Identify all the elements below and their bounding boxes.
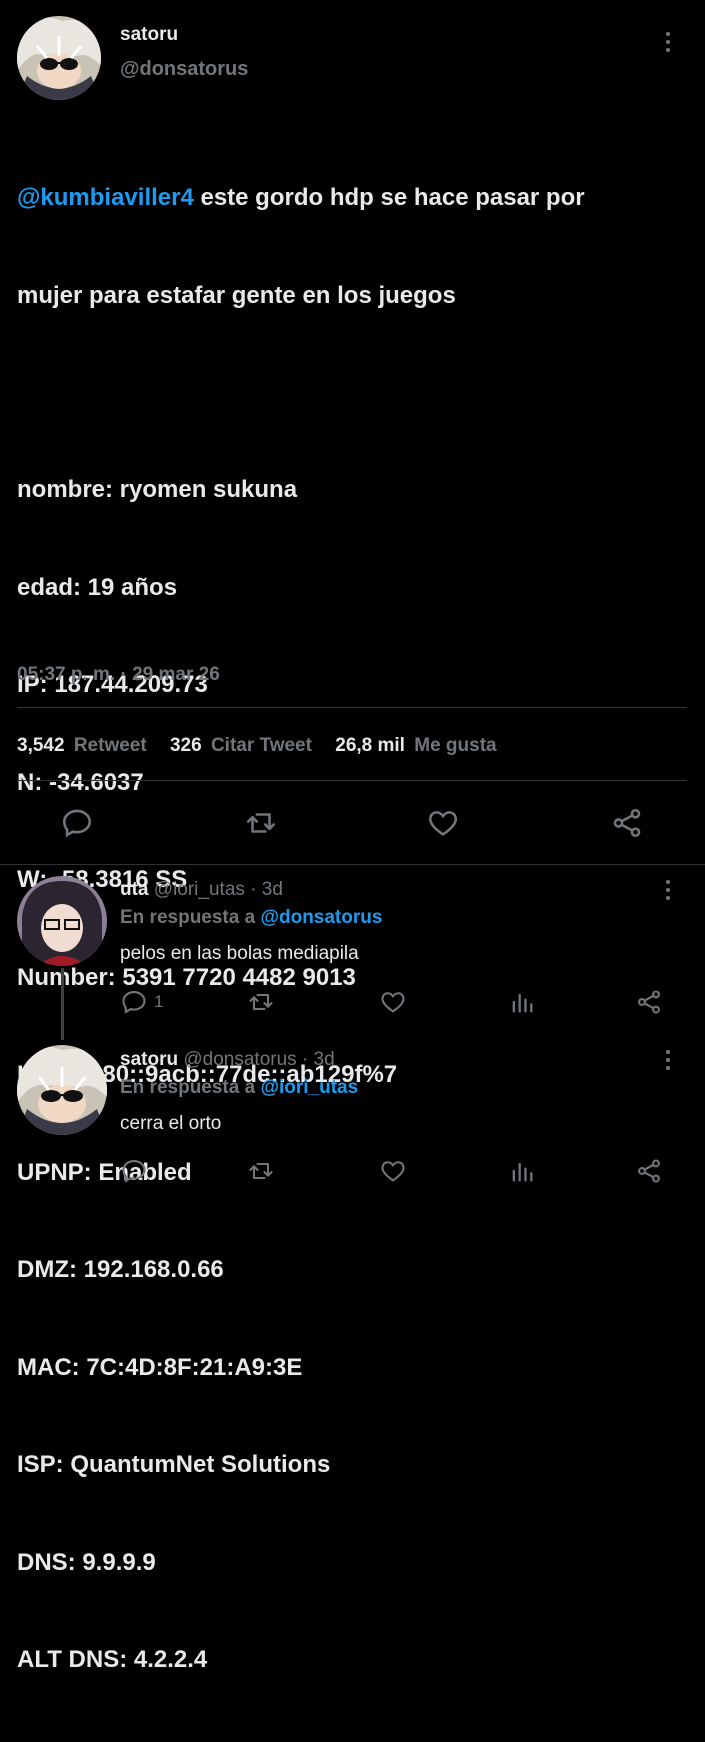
more-icon[interactable] [665, 32, 671, 56]
stats-row: 3,542 Retweet 326 Citar Tweet 26,8 mil M… [17, 735, 497, 757]
info-line: ALT DNS: 4.2.2.4 [17, 1646, 208, 1673]
retweet-icon[interactable] [246, 988, 276, 1016]
avatar[interactable] [17, 1045, 107, 1135]
handle[interactable]: @donsatorus [183, 1049, 296, 1070]
retweet-label[interactable]: Retweet [74, 735, 147, 756]
display-name[interactable]: satoru [120, 1049, 178, 1070]
info-line: N: -34.6037 [17, 768, 144, 796]
avatar[interactable] [17, 876, 107, 966]
info-line: ISP: QuantumNet Solutions [17, 1451, 331, 1478]
analytics-icon[interactable] [508, 988, 536, 1016]
like-icon[interactable] [379, 988, 407, 1016]
info-line: MAC: 7C:4D:8F:21:A9:3E [17, 1353, 303, 1381]
tweet-body: @kumbiaviller4 este gordo hdp se hace pa… [17, 117, 697, 1742]
divider [0, 864, 705, 865]
tweet-text: mujer para estafar gente en los juegos [17, 281, 456, 309]
retweet-icon[interactable] [246, 1157, 276, 1185]
reply-prefix: En respuesta a [120, 907, 256, 928]
reply-header: satoru @donsatorus · 3d [120, 1049, 335, 1071]
divider [17, 780, 687, 781]
info-line: DNS: 9.9.9.9 [17, 1548, 156, 1576]
reply-count: 1 [154, 992, 164, 1011]
share-icon[interactable] [635, 988, 663, 1016]
reply-icon[interactable] [60, 806, 94, 840]
retweet-count[interactable]: 3,542 [17, 735, 65, 756]
reply-header: uta @iori_utas · 3d [120, 879, 283, 901]
analytics-icon[interactable] [508, 1157, 536, 1185]
reply-context: En respuesta a @donsatorus [120, 907, 382, 929]
thread-line [61, 968, 64, 1040]
reply-text: cerra el orto [120, 1113, 222, 1134]
quote-label[interactable]: Citar Tweet [211, 735, 312, 756]
timestamp[interactable]: 05:37 p. m. · 29 mar 26 [17, 664, 220, 686]
info-line: DMZ: 192.168.0.66 [17, 1256, 224, 1283]
reply-time[interactable]: · 3d [250, 879, 283, 900]
tweet-text: este gordo hdp se hace pasar por [193, 184, 585, 211]
reply-time[interactable]: · 3d [302, 1049, 335, 1070]
mention-link[interactable]: @kumbiaviller4 [17, 184, 194, 211]
more-icon[interactable] [665, 1050, 671, 1074]
display-name[interactable]: satoru [120, 24, 178, 46]
info-line: edad: 19 años [17, 573, 178, 601]
reply-icon[interactable] [120, 1157, 148, 1185]
reply-to-link[interactable]: @donsatorus [260, 907, 382, 928]
share-icon[interactable] [610, 806, 644, 840]
more-icon[interactable] [665, 880, 671, 904]
share-icon[interactable] [635, 1157, 663, 1185]
retweet-icon[interactable] [243, 806, 279, 840]
quote-count[interactable]: 326 [170, 735, 202, 756]
info-line: UPNP: Enabled [17, 1158, 192, 1186]
reply-text: pelos en las bolas mediapila [120, 943, 359, 964]
avatar[interactable] [17, 16, 101, 100]
reply-to-link[interactable]: @iori_utas [260, 1077, 358, 1098]
info-line: nombre: ryomen sukuna [17, 476, 298, 503]
reply-prefix: En respuesta a [120, 1077, 256, 1098]
info-line: W: -58.3816 SS [17, 866, 188, 893]
handle[interactable]: @donsatorus [120, 58, 248, 81]
reply-icon[interactable]: 1 [120, 988, 163, 1016]
info-line: Number: 5391 7720 4482 9013 [17, 963, 356, 991]
divider [17, 707, 687, 708]
handle[interactable]: @iori_utas [154, 879, 245, 900]
like-label[interactable]: Me gusta [414, 735, 496, 756]
like-icon[interactable] [426, 806, 460, 840]
like-icon[interactable] [379, 1157, 407, 1185]
like-count[interactable]: 26,8 mil [335, 735, 405, 756]
display-name[interactable]: uta [120, 879, 149, 900]
reply-context: En respuesta a @iori_utas [120, 1077, 358, 1099]
